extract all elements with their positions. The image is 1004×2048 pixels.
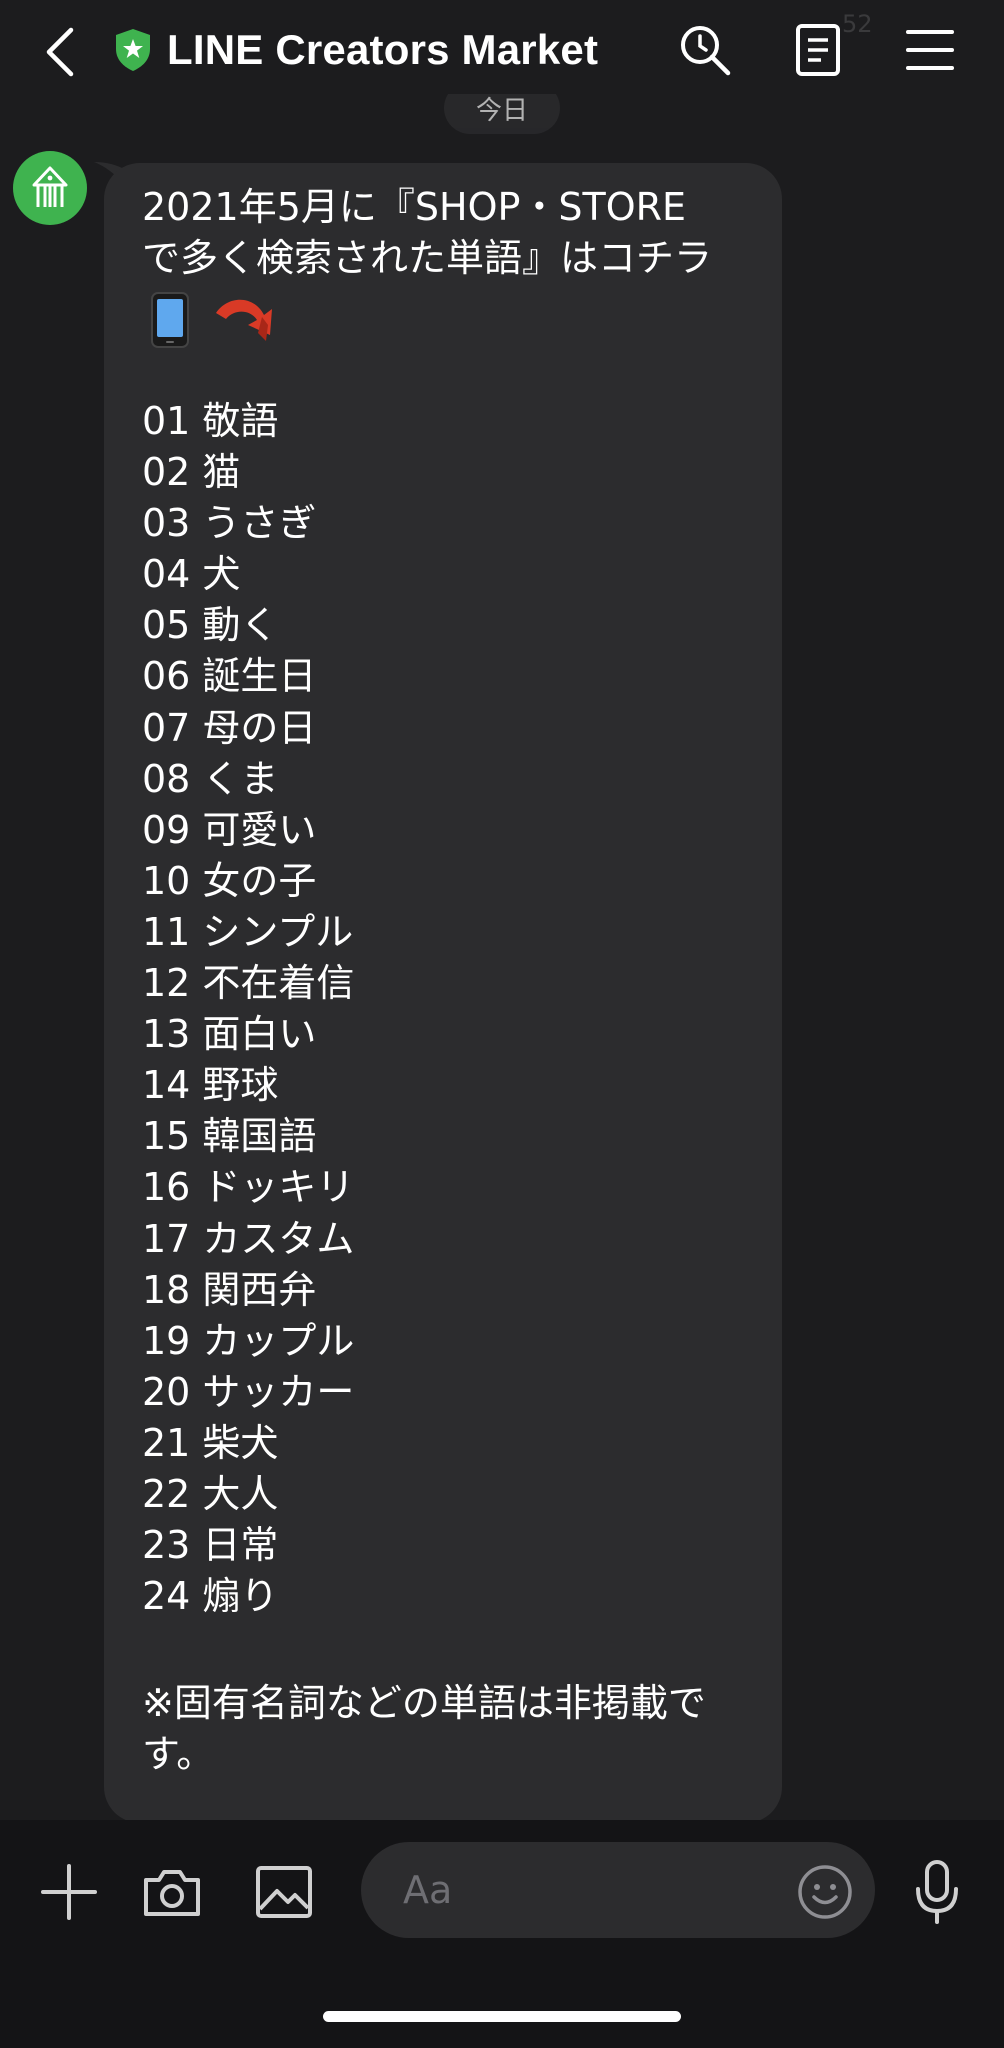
note-line-2: す。 — [142, 1732, 215, 1777]
ranking-item: 19 カップル — [142, 1318, 355, 1363]
plus-icon — [41, 1864, 97, 1920]
add-button[interactable] — [32, 1855, 106, 1929]
camera-icon — [144, 1870, 200, 1916]
emoji-row — [142, 284, 752, 356]
search-icon — [681, 26, 731, 76]
pencil-logo-icon — [32, 166, 68, 207]
ranking-item: 14 野球 — [142, 1063, 279, 1108]
ranking-item: 21 柴犬 — [142, 1420, 279, 1465]
status-time: 52 — [842, 10, 873, 38]
hamburger-menu-icon — [906, 30, 954, 70]
ranking-item: 17 カスタム — [142, 1216, 355, 1261]
message-text: 2021年5月に『SHOP・STORE で多く検索された単語』はコチラ 01 敬… — [142, 182, 752, 1780]
ranking-item: 15 韓国語 — [142, 1114, 317, 1159]
menu-button[interactable] — [900, 20, 960, 80]
official-account-avatar[interactable] — [13, 151, 87, 225]
note-line-1: ※固有名詞などの単語は非掲載で — [142, 1681, 706, 1726]
search-button[interactable] — [675, 20, 735, 80]
image-icon — [256, 1866, 312, 1918]
verified-shield-icon — [116, 29, 150, 71]
ranking-list: 01 敬語 02 猫 03 うさぎ 04 犬 05 動く 06 誕生日 07 母の日 08 く… — [142, 396, 752, 1622]
intro-line-1: 2021年5月に『SHOP・STORE — [142, 185, 687, 229]
mobile-phone-icon — [151, 292, 189, 348]
ranking-item: 09 可愛い — [142, 807, 317, 852]
voice-button[interactable] — [905, 1855, 969, 1929]
ranking-item: 06 誕生日 — [142, 654, 317, 699]
ranking-item: 03 うさぎ — [142, 501, 317, 546]
red-arrow-icon — [216, 299, 272, 341]
image-button[interactable] — [247, 1855, 321, 1929]
ranking-item: 02 猫 — [142, 450, 241, 495]
emoji-button[interactable] — [795, 1862, 855, 1922]
ranking-item: 08 くま — [142, 756, 279, 801]
notes-button[interactable] — [788, 20, 848, 80]
chat-header: LINE Creators Market 52 — [0, 0, 1004, 100]
notes-icon — [796, 24, 840, 76]
message-input[interactable] — [403, 1864, 773, 1916]
ranking-item: 18 関西弁 — [142, 1267, 317, 1312]
ranking-item: 20 サッカー — [142, 1369, 355, 1414]
ranking-item: 10 女の子 — [142, 858, 317, 903]
chevron-left-icon — [46, 27, 74, 77]
ranking-item: 04 犬 — [142, 552, 241, 597]
back-button[interactable] — [36, 22, 84, 82]
chat-title-wrap[interactable]: LINE Creators Market — [113, 22, 598, 78]
microphone-icon — [916, 1860, 958, 1924]
intro-line-2: で多く検索された単語』はコチラ — [142, 236, 713, 280]
ranking-item: 07 母の日 — [142, 705, 317, 750]
ranking-item: 01 敬語 — [142, 399, 279, 443]
camera-button[interactable] — [135, 1855, 209, 1929]
ranking-item: 16 ドッキリ — [142, 1165, 355, 1210]
ranking-item: 13 面白い — [142, 1012, 317, 1057]
smiley-icon — [798, 1865, 852, 1919]
ranking-item: 11 シンプル — [142, 909, 354, 954]
chat-title: LINE Creators Market — [167, 26, 599, 73]
ranking-item: 05 動く — [142, 603, 279, 648]
home-indicator[interactable] — [323, 2011, 681, 2022]
ranking-item: 24 煽り — [142, 1574, 279, 1619]
ranking-item: 22 大人 — [142, 1471, 279, 1516]
ranking-item: 23 日常 — [142, 1523, 279, 1568]
ranking-item: 12 不在着信 — [142, 961, 355, 1006]
